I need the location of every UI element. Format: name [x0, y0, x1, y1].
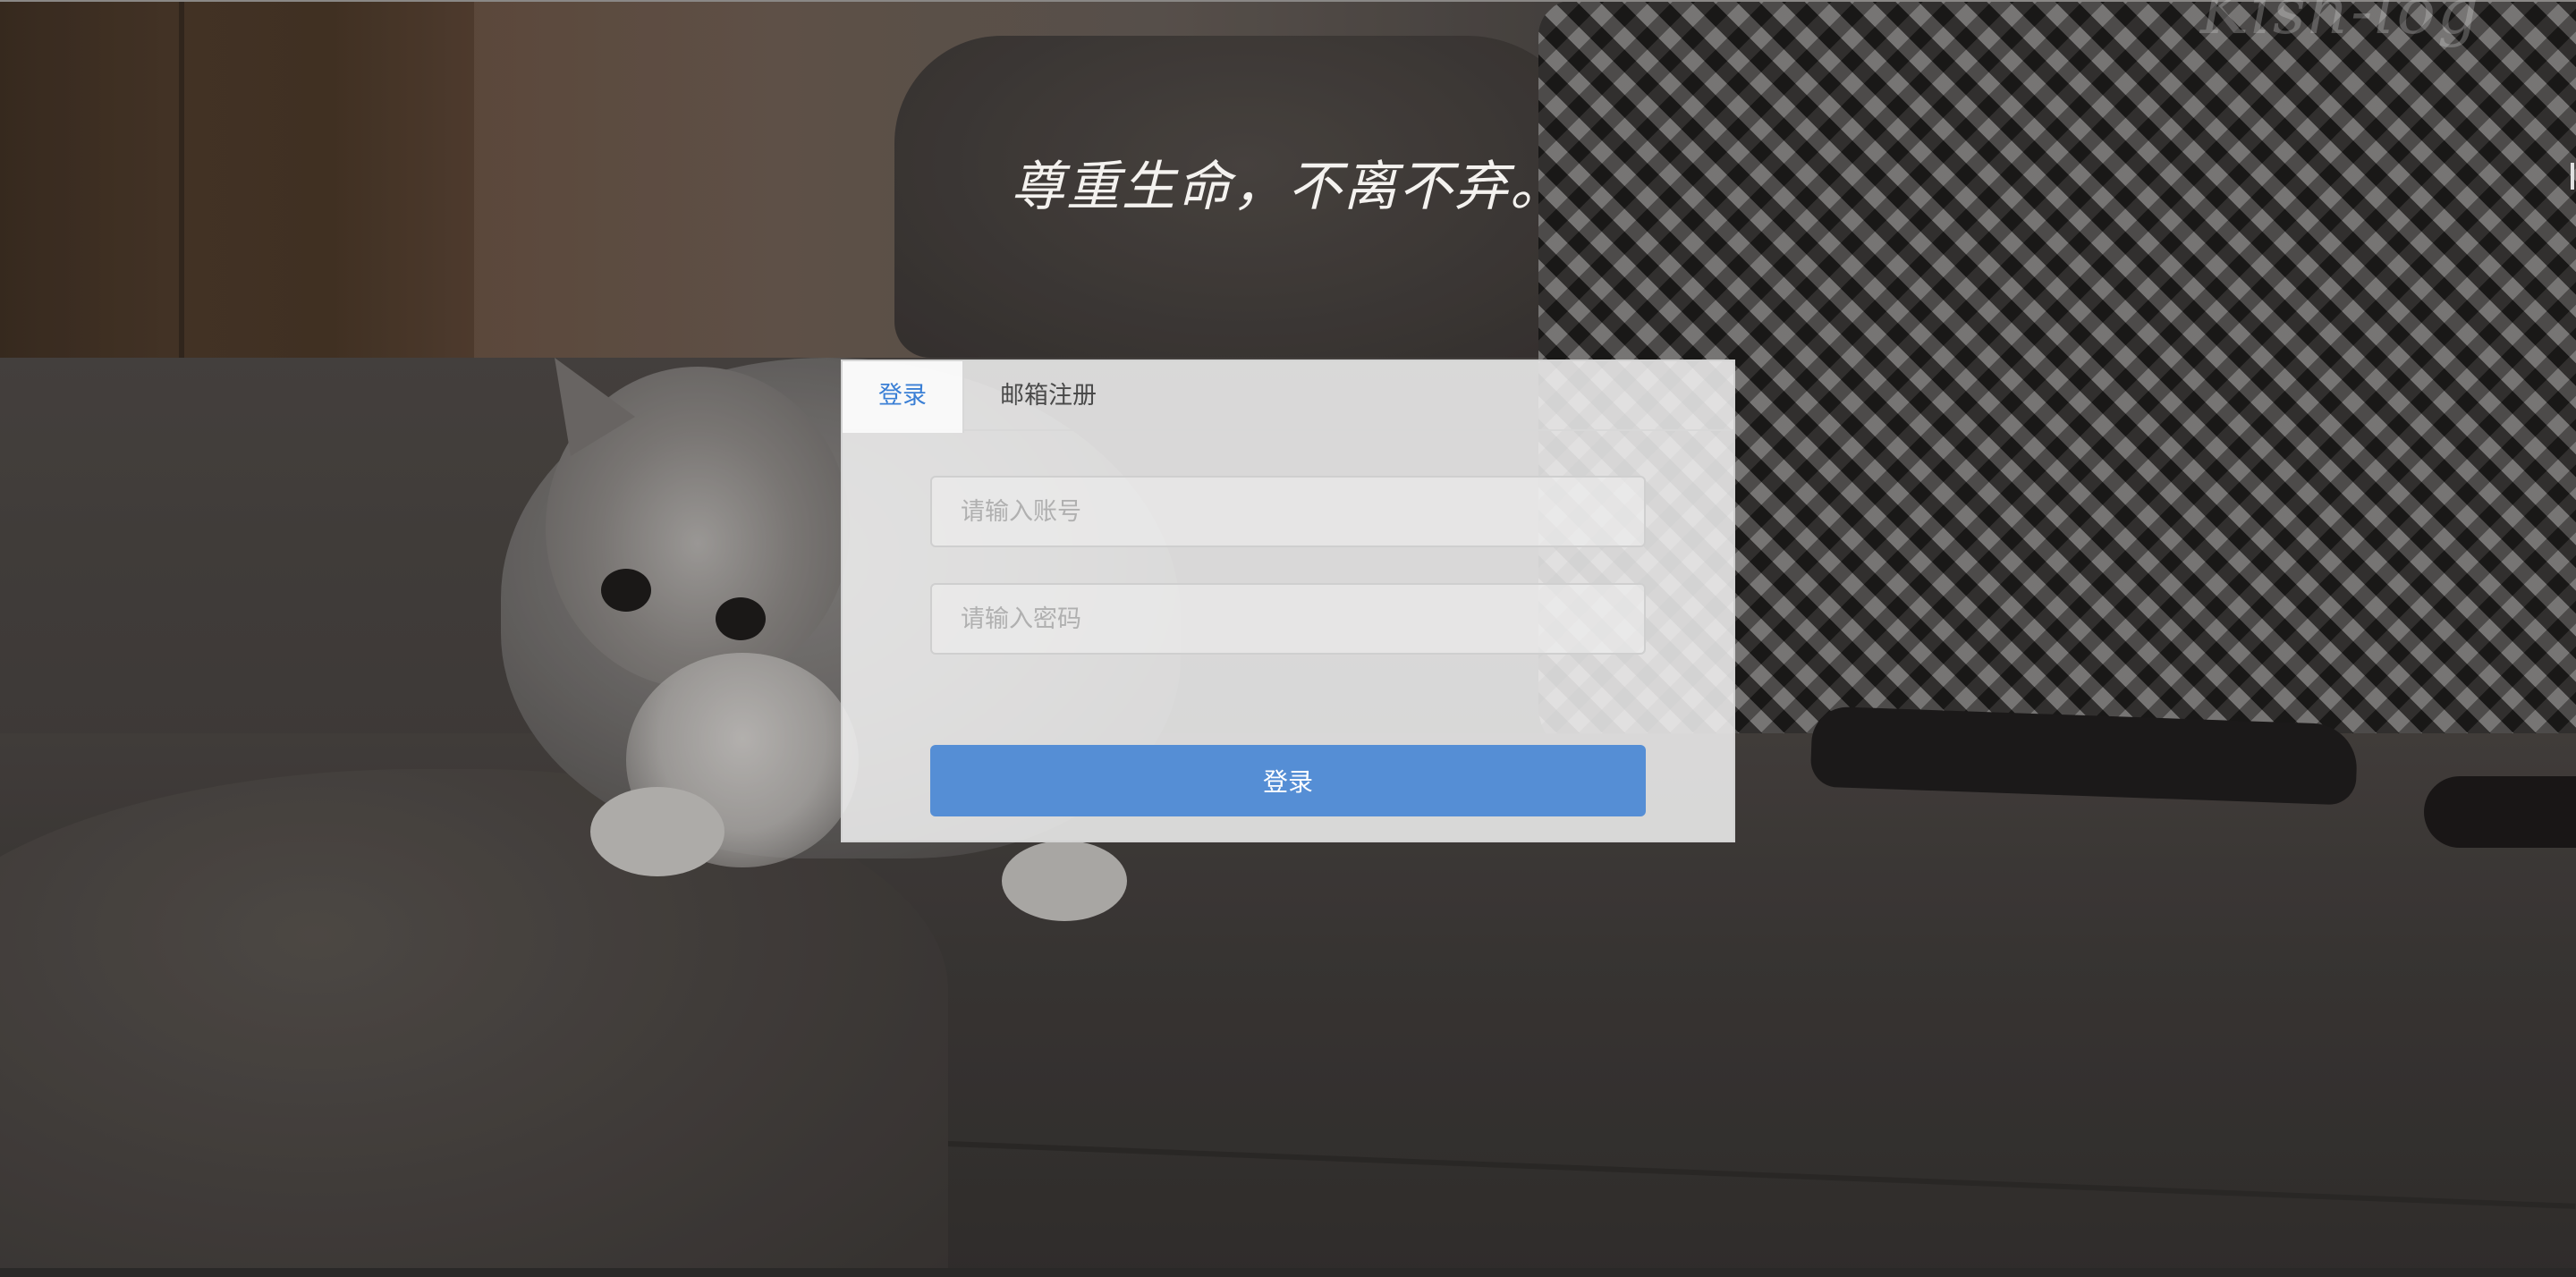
window-top-border: [0, 0, 2576, 2]
login-page: Kish-log 尊重生命，不离不弃。 登录 邮箱注册 登录: [0, 0, 2576, 1277]
page-slogan: 尊重生命，不离不弃。: [1011, 156, 1565, 218]
login-button[interactable]: 登录: [930, 745, 1646, 816]
password-input[interactable]: [930, 583, 1646, 655]
login-card: 登录 邮箱注册 登录: [841, 359, 1735, 842]
auth-tabs: 登录 邮箱注册: [843, 361, 1733, 433]
account-input[interactable]: [930, 476, 1646, 547]
edge-scroll-marker: [2571, 163, 2574, 190]
bottom-edge-bar: [0, 1268, 2576, 1277]
tab-email-register[interactable]: 邮箱注册: [964, 361, 1132, 431]
watermark-logo: Kish-log: [2200, 0, 2480, 48]
tab-login[interactable]: 登录: [843, 361, 964, 433]
